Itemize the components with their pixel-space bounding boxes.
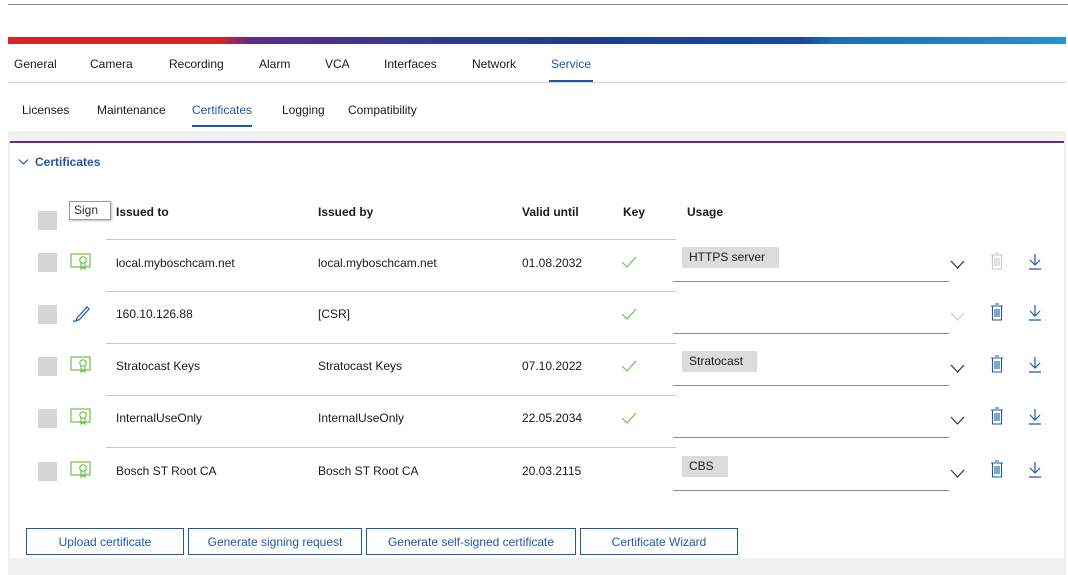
tab-camera[interactable]: Camera — [90, 57, 133, 71]
chevron-down-icon[interactable] — [950, 469, 965, 478]
row-checkbox[interactable] — [38, 253, 57, 272]
issued-by-cell: local.myboschcam.net — [318, 256, 437, 270]
column-usage: Usage — [687, 205, 724, 219]
row-separator — [106, 239, 676, 240]
usage-chip: Stratocast — [682, 351, 758, 372]
issued-to-cell: 160.10.126.88 — [116, 307, 193, 321]
chevron-down-icon-disabled — [950, 312, 965, 321]
column-valid-until: Valid until — [522, 205, 579, 219]
download-icon[interactable] — [1028, 408, 1042, 425]
usage-chip: CBS — [682, 456, 728, 477]
valid-until-cell: 22.05.2034 — [522, 411, 583, 425]
row-separator — [106, 343, 676, 344]
tab-general[interactable]: General — [14, 57, 57, 71]
trash-icon[interactable] — [990, 407, 1004, 425]
issued-to-cell: local.myboschcam.net — [116, 256, 235, 270]
usage-select[interactable]: HTTPS server — [673, 247, 949, 282]
content-panel: Certificates Issued to Issued by Valid u… — [8, 131, 1066, 575]
trash-icon[interactable] — [990, 355, 1004, 373]
main-navigation: General Camera Recording Alarm VCA Inter… — [8, 52, 1066, 83]
usage-chip: HTTPS server — [682, 247, 780, 268]
select-all-checkbox[interactable] — [38, 211, 57, 230]
usage-select[interactable] — [673, 403, 949, 438]
generate-signing-request-button[interactable]: Generate signing request — [188, 528, 362, 555]
valid-until-cell: 20.03.2115 — [522, 464, 582, 478]
subtab-certificates[interactable]: Certificates — [192, 103, 253, 127]
row-checkbox[interactable] — [38, 305, 57, 324]
certificate-icon[interactable] — [70, 461, 92, 479]
check-icon — [621, 360, 637, 372]
tab-vca[interactable]: VCA — [325, 57, 350, 71]
valid-until-cell: 07.10.2022 — [522, 359, 583, 373]
pencil-icon[interactable] — [72, 304, 92, 322]
chevron-down-icon — [18, 159, 29, 165]
download-icon[interactable] — [1028, 253, 1042, 270]
chevron-down-icon[interactable] — [950, 416, 965, 425]
table-row: Stratocast Keys Stratocast Keys 07.10.20… — [10, 343, 1064, 395]
section-title: Certificates — [35, 155, 101, 169]
trash-icon[interactable] — [990, 303, 1004, 321]
issued-by-cell: Bosch ST Root CA — [318, 464, 419, 478]
tab-interfaces[interactable]: Interfaces — [384, 57, 437, 71]
tab-network[interactable]: Network — [472, 57, 516, 71]
certificate-icon[interactable] — [70, 408, 92, 426]
service-subnavigation: Licenses Maintenance Certificates Loggin… — [8, 84, 1066, 131]
tab-recording[interactable]: Recording — [169, 57, 224, 71]
generate-self-signed-certificate-button[interactable]: Generate self-signed certificate — [366, 528, 576, 555]
download-icon[interactable] — [1028, 304, 1042, 321]
subtab-maintenance[interactable]: Maintenance — [97, 103, 166, 117]
check-icon — [621, 412, 637, 424]
chevron-down-icon[interactable] — [950, 260, 965, 269]
certificate-wizard-button[interactable]: Certificate Wizard — [580, 528, 738, 555]
row-separator — [106, 447, 676, 448]
chevron-down-icon[interactable] — [950, 364, 965, 373]
certificates-section-header[interactable]: Certificates — [18, 155, 100, 169]
usage-select[interactable] — [673, 299, 949, 334]
issued-by-cell: Stratocast Keys — [318, 359, 403, 373]
column-issued-by: Issued by — [318, 205, 374, 219]
subtab-logging[interactable]: Logging — [282, 103, 325, 117]
check-icon — [621, 308, 637, 320]
subtab-licenses[interactable]: Licenses — [22, 103, 69, 117]
issued-to-cell: Stratocast Keys — [116, 359, 201, 373]
sign-tooltip: Sign — [69, 201, 111, 220]
download-icon[interactable] — [1028, 356, 1042, 373]
table-row: 160.10.126.88 [CSR] — [10, 291, 1064, 343]
valid-until-cell: 01.08.2032 — [522, 256, 583, 270]
column-key: Key — [623, 205, 646, 219]
issued-by-cell: InternalUseOnly — [318, 411, 405, 425]
row-checkbox[interactable] — [38, 357, 57, 376]
row-separator — [106, 395, 676, 396]
certificate-icon[interactable] — [70, 356, 92, 374]
table-row: InternalUseOnly InternalUseOnly 22.05.20… — [10, 395, 1064, 447]
table-row: Bosch ST Root CA Bosch ST Root CA 20.03.… — [10, 447, 1064, 499]
table-row: local.myboschcam.net local.myboschcam.ne… — [10, 239, 1064, 291]
issued-by-cell: [CSR] — [318, 307, 351, 321]
top-divider — [8, 4, 1068, 5]
certificate-icon[interactable] — [70, 253, 92, 271]
certificates-card: Certificates Issued to Issued by Valid u… — [10, 141, 1064, 558]
row-checkbox[interactable] — [38, 409, 57, 428]
brand-color-bar — [8, 37, 1066, 44]
row-checkbox[interactable] — [38, 462, 57, 481]
issued-to-cell: InternalUseOnly — [116, 411, 203, 425]
row-separator — [106, 291, 676, 292]
check-icon — [621, 256, 637, 268]
usage-select[interactable]: CBS — [673, 456, 949, 491]
upload-certificate-button[interactable]: Upload certificate — [26, 528, 184, 555]
column-issued-to: Issued to — [116, 205, 169, 219]
usage-select[interactable]: Stratocast — [673, 351, 949, 386]
subtab-compatibility[interactable]: Compatibility — [348, 103, 417, 117]
trash-icon[interactable] — [990, 460, 1004, 478]
trash-icon-disabled — [991, 252, 1003, 270]
tab-service[interactable]: Service — [548, 57, 594, 82]
issued-to-cell: Bosch ST Root CA — [116, 464, 217, 478]
download-icon[interactable] — [1028, 461, 1042, 478]
tab-alarm[interactable]: Alarm — [259, 57, 290, 71]
